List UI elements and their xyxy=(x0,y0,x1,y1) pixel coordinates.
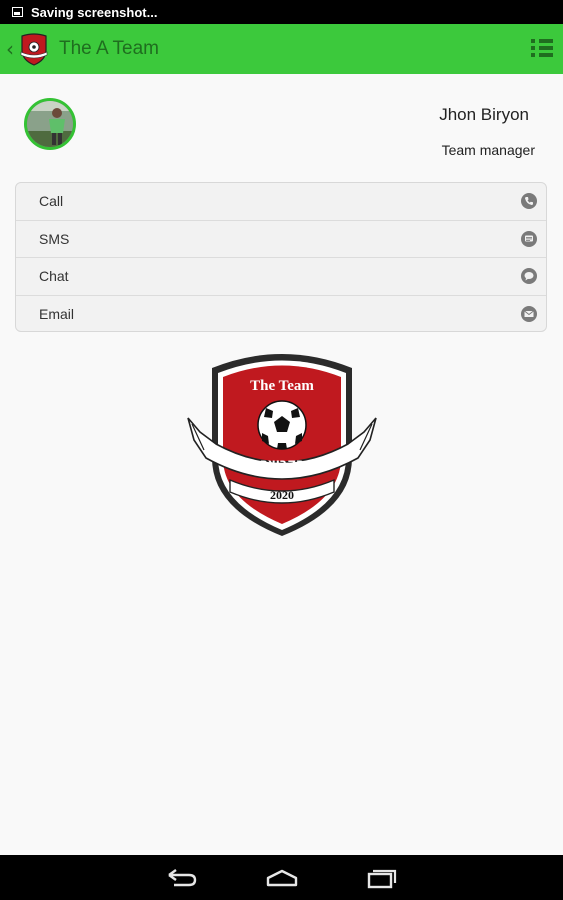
avatar-photo-icon xyxy=(27,101,73,147)
sms-button[interactable]: SMS xyxy=(16,221,546,258)
avatar xyxy=(24,98,76,150)
contact-actions-list: Call SMS Chat Email xyxy=(15,182,547,332)
contact-detail-panel: Jhon Biryon Team manager Call SMS Chat E… xyxy=(0,74,563,855)
email-label: Email xyxy=(39,306,75,323)
home-nav-icon[interactable] xyxy=(265,866,299,890)
back-chevron-icon[interactable]: ‹ xyxy=(3,37,17,61)
app-logo-icon[interactable] xyxy=(19,32,49,66)
action-bar: ‹ The A Team xyxy=(0,24,563,74)
call-label: Call xyxy=(39,193,64,210)
back-nav-icon[interactable] xyxy=(165,866,199,890)
crest-hebrew-text: הקבוצה xyxy=(260,456,305,470)
navigation-bar xyxy=(0,855,563,900)
email-icon xyxy=(521,305,537,322)
chat-button[interactable]: Chat xyxy=(16,258,546,296)
recents-nav-icon[interactable] xyxy=(365,866,399,890)
status-bar: Saving screenshot... xyxy=(0,0,563,24)
crest-year: 2020 xyxy=(270,488,294,502)
contact-name: Jhon Biryon xyxy=(439,105,529,124)
call-button[interactable]: Call xyxy=(16,183,546,221)
sms-label: SMS xyxy=(39,230,70,247)
contact-role: Team manager xyxy=(441,142,535,158)
chat-label: Chat xyxy=(39,268,69,285)
team-crest: The Team הקבוצה 2020 xyxy=(187,354,377,536)
phone-icon xyxy=(521,193,537,209)
status-notification-text: Saving screenshot... xyxy=(31,4,158,20)
chat-icon xyxy=(521,268,537,284)
email-button[interactable]: Email xyxy=(16,296,546,332)
app-title: The A Team xyxy=(59,38,159,59)
screenshot-notification-icon xyxy=(12,7,23,17)
menu-icon[interactable] xyxy=(531,37,553,59)
crest-title: The Team xyxy=(250,378,314,394)
sms-icon xyxy=(521,230,537,247)
